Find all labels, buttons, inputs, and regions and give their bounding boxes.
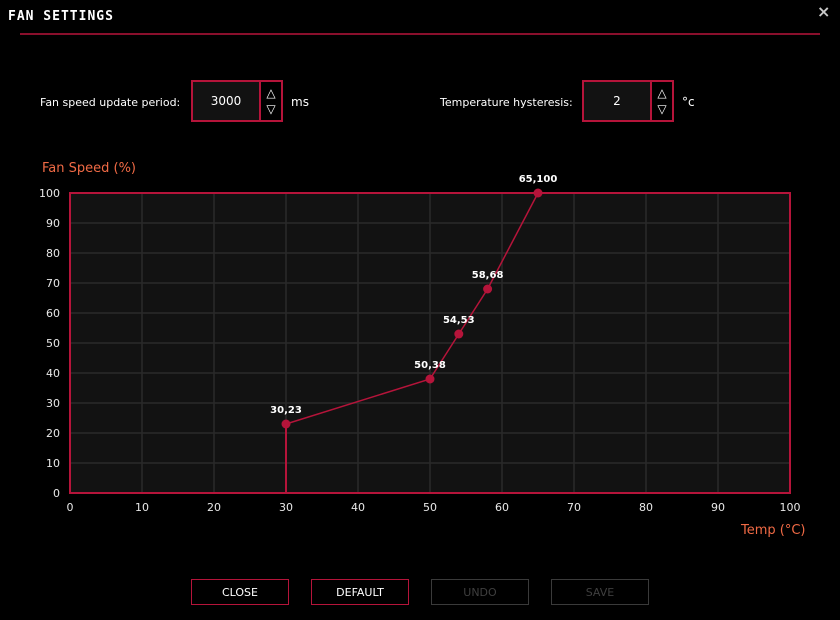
- x-tick-label: 0: [67, 501, 74, 514]
- y-tick-label: 60: [46, 307, 60, 320]
- curve-point[interactable]: [454, 329, 464, 339]
- x-tick-label: 70: [567, 501, 581, 514]
- y-tick-label: 40: [46, 367, 60, 380]
- y-tick-label: 0: [53, 487, 60, 500]
- curve-point[interactable]: [483, 284, 493, 294]
- fan-curve-chart[interactable]: 0 10 20 30 40 50 60 70 80 90 100 0 10 20 30 40 50 60 70 80 9…: [0, 0, 840, 620]
- point-label: 54,53: [443, 315, 475, 326]
- y-tick-label: 100: [39, 187, 60, 200]
- close-button[interactable]: CLOSE: [191, 579, 289, 605]
- y-tick-label: 80: [46, 247, 60, 260]
- curve-point[interactable]: [425, 374, 435, 384]
- x-tick-label: 40: [351, 501, 365, 514]
- y-tick-label: 10: [46, 457, 60, 470]
- save-button[interactable]: SAVE: [551, 579, 649, 605]
- x-tick-label: 10: [135, 501, 149, 514]
- curve-point[interactable]: [533, 188, 543, 198]
- x-tick-label: 100: [780, 501, 801, 514]
- y-tick-label: 20: [46, 427, 60, 440]
- x-tick-label: 30: [279, 501, 293, 514]
- curve-point[interactable]: [281, 419, 291, 429]
- y-tick-label: 90: [46, 217, 60, 230]
- point-label: 50,38: [414, 360, 446, 371]
- point-label: 30,23: [270, 405, 302, 416]
- x-tick-label: 60: [495, 501, 509, 514]
- y-tick-label: 50: [46, 337, 60, 350]
- y-tick-label: 30: [46, 397, 60, 410]
- default-button[interactable]: DEFAULT: [311, 579, 409, 605]
- point-label: 65,100: [519, 174, 558, 185]
- x-tick-label: 50: [423, 501, 437, 514]
- x-tick-label: 90: [711, 501, 725, 514]
- point-label: 58,68: [472, 270, 504, 281]
- x-tick-label: 20: [207, 501, 221, 514]
- x-tick-label: 80: [639, 501, 653, 514]
- y-tick-label: 70: [46, 277, 60, 290]
- undo-button[interactable]: UNDO: [431, 579, 529, 605]
